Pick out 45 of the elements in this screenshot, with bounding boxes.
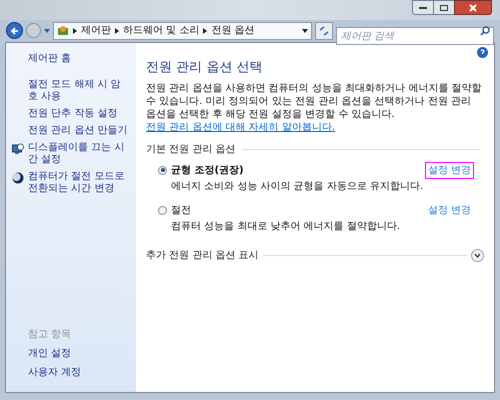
moon-icon xyxy=(12,172,24,184)
sidebar-link[interactable]: 컴퓨터가 절전 모드로 전환되는 시간 변경 xyxy=(28,171,130,195)
chevron-icon xyxy=(115,28,119,34)
page-title: 전원 관리 옵션 선택 xyxy=(146,59,264,77)
description-text: 전원 관리 옵션을 사용하면 컴퓨터의 성능을 최대화하거나 에너지를 절약할 수 있습니다. 미리 정의되어 있는 전원 관리 옵션을 선택하거나 전원 관리 옵션을 선택한 후 해당 전원 설정을 변경할 수 있습니다. 전원 관리 옵션에 대해 자세히 알아봅니다. xyxy=(146,82,482,134)
expand-button[interactable] xyxy=(471,248,484,262)
learn-more-link[interactable]: 전원 관리 옵션에 대해 자세히 알아봅니다. xyxy=(146,122,336,132)
change-settings-link[interactable]: 설정 변경 xyxy=(424,202,474,218)
breadcrumb-item[interactable]: 제어판 xyxy=(81,23,111,38)
back-arrow-icon[interactable] xyxy=(10,26,20,36)
section-heading: 기본 전원 관리 옵션 xyxy=(146,142,236,156)
refresh-button[interactable] xyxy=(315,22,333,40)
breadcrumb-item[interactable]: 전원 옵션 xyxy=(211,23,255,38)
sidebar-link[interactable]: 전원 단추 작동 설정 xyxy=(28,108,118,120)
see-also-heading: 참고 항목 xyxy=(27,328,72,342)
plan-name: 균형 조정(권장) xyxy=(171,164,244,178)
sidebar-link[interactable]: 전원 관리 옵션 만들기 xyxy=(28,125,128,137)
help-icon[interactable] xyxy=(477,47,488,58)
control-panel-icon xyxy=(57,24,69,36)
plan-name: 절전 xyxy=(171,204,191,218)
monitor-clock-icon xyxy=(12,143,24,155)
sidebar-link[interactable]: 디스플레이를 끄는 시간 설정 xyxy=(28,142,130,166)
sidebar-link[interactable]: 제어판 홈 xyxy=(12,51,130,66)
expander-label: 추가 전원 관리 옵션 표시 xyxy=(146,248,259,262)
close-button[interactable] xyxy=(454,0,492,15)
change-settings-link[interactable]: 설정 변경 xyxy=(424,162,474,178)
chevron-icon xyxy=(203,28,208,34)
address-bar[interactable]: 제어판 하드웨어 및 소리 전원 옵션 xyxy=(53,22,312,40)
chevron-down-icon[interactable] xyxy=(474,252,481,258)
minimize-button[interactable] xyxy=(412,0,434,15)
sidebar-link[interactable]: 절전 모드 해제 시 암호 사용 xyxy=(28,79,130,103)
sidebar-link[interactable]: 개인 설정 xyxy=(12,346,130,361)
maximize-button[interactable] xyxy=(434,0,454,15)
search-icon[interactable] xyxy=(480,26,490,36)
radio-button[interactable] xyxy=(158,166,167,174)
dropdown-arrow-icon[interactable] xyxy=(302,28,308,32)
radio-button[interactable] xyxy=(158,206,167,214)
breadcrumb-item[interactable]: 하드웨어 및 소리 xyxy=(123,23,200,38)
plan-description: 컴퓨터 성능을 최대로 낮추어 에너지를 절약합니다. xyxy=(170,220,402,234)
search-field[interactable]: 제어판 검색 xyxy=(336,27,494,45)
sidebar-link[interactable]: 사용자 계정 xyxy=(12,365,130,380)
close-icon[interactable] xyxy=(469,4,477,12)
chevron-icon xyxy=(73,28,77,34)
back-button[interactable] xyxy=(6,22,23,39)
plan-description: 에너지 소비와 성능 사이의 균형을 자동으로 유지합니다. xyxy=(170,180,424,194)
